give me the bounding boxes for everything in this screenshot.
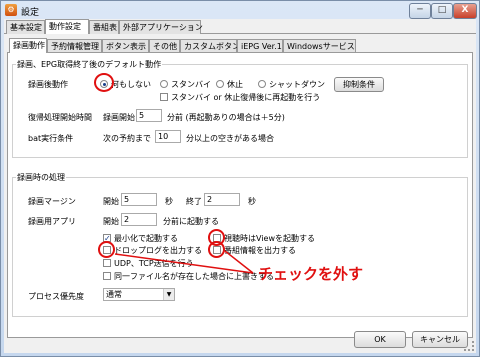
after-recording-label: 録画後動作 bbox=[28, 80, 68, 89]
minimized-start-label: 最小化で起動する bbox=[114, 234, 178, 243]
tab-epg[interactable]: 番組表 bbox=[89, 20, 119, 34]
overwrite-checkbox[interactable] bbox=[103, 272, 111, 280]
tab-button-display[interactable]: ボタン表示 bbox=[102, 39, 149, 53]
return-start-label: 復帰処理開始時間 bbox=[28, 113, 92, 122]
udp-tcp-label: UDP、TCP送信を行う bbox=[114, 259, 194, 268]
recording-app-label: 録画用アプリ bbox=[28, 217, 76, 226]
margin-start-label: 開始 bbox=[103, 197, 119, 206]
radio-standby-label: スタンバイ bbox=[171, 80, 211, 89]
return-prefix: 録画開始 bbox=[103, 113, 135, 122]
margin-label: 録画マージン bbox=[28, 197, 76, 206]
overwrite-label: 同一ファイル名が存在した場合に上書きする bbox=[114, 272, 274, 281]
bat-suffix: 分以上の空きがある場合 bbox=[186, 134, 274, 143]
radio-hibernate[interactable] bbox=[216, 80, 224, 88]
process-priority-select[interactable]: 通常 ▼ bbox=[103, 288, 175, 301]
close-button[interactable]: X bbox=[453, 3, 477, 19]
drop-log-label: ドロップログを出力する bbox=[114, 246, 202, 255]
udp-tcp-checkbox[interactable] bbox=[103, 259, 111, 267]
program-info-label: 番組情報を出力する bbox=[224, 246, 296, 255]
margin-start-input[interactable]: 5 bbox=[121, 193, 157, 206]
maximize-button[interactable]: □ bbox=[431, 3, 453, 19]
tab-recording-behavior[interactable]: 録画動作 bbox=[9, 38, 47, 53]
annotation-circle-program-info bbox=[208, 241, 225, 258]
tab-external-apps[interactable]: 外部アプリケーション bbox=[119, 20, 203, 34]
title-bar: ⚙ 設定 ─ □ X bbox=[1, 1, 479, 19]
margin-end-input[interactable]: 2 bbox=[204, 193, 240, 206]
process-priority-label: プロセス優先度 bbox=[28, 292, 84, 301]
settings-window: ⚙ 設定 ─ □ X 基本設定 動作設定 番組表 外部アプリケーション 録画動作… bbox=[0, 0, 480, 357]
dialog-client: 基本設定 動作設定 番組表 外部アプリケーション 録画動作 予約情報管理 ボタン… bbox=[4, 19, 476, 353]
chevron-down-icon: ▼ bbox=[163, 289, 174, 300]
default-action-group-title: 録画、EPG取得終了後のデフォルト動作 bbox=[16, 59, 163, 70]
tab-custom-button[interactable]: カスタムボタン bbox=[180, 39, 240, 53]
app-gear-icon: ⚙ bbox=[5, 4, 17, 16]
app-start-input[interactable]: 2 bbox=[121, 213, 157, 226]
annotation-circle-radio bbox=[94, 73, 114, 92]
bat-prefix: 次の予約まで bbox=[103, 134, 151, 143]
radio-shutdown-label: シャットダウン bbox=[269, 80, 325, 89]
tab-reservation-management[interactable]: 予約情報管理 bbox=[47, 39, 102, 53]
annotation-text: チェックを外す bbox=[258, 265, 364, 283]
return-minutes-input[interactable]: 5 bbox=[136, 109, 162, 122]
tab-iepg[interactable]: iEPG Ver.1 bbox=[237, 39, 283, 53]
margin-end-label: 終了 bbox=[186, 197, 202, 206]
process-priority-value: 通常 bbox=[106, 290, 122, 299]
radio-standby[interactable] bbox=[160, 80, 168, 88]
tab-basic-settings[interactable]: 基本設定 bbox=[6, 20, 45, 34]
tab-windows-service[interactable]: Windowsサービス bbox=[283, 39, 356, 53]
recording-process-group-title: 録画時の処理 bbox=[16, 172, 66, 183]
tab-behavior-settings[interactable]: 動作設定 bbox=[45, 19, 89, 34]
radio-shutdown[interactable] bbox=[258, 80, 266, 88]
margin-sec-label-1: 秒 bbox=[165, 197, 173, 206]
ok-button[interactable]: OK bbox=[354, 331, 406, 348]
bat-condition-label: bat実行条件 bbox=[28, 134, 74, 143]
margin-sec-label-2: 秒 bbox=[248, 197, 256, 206]
app-start-suffix: 分前に起動する bbox=[163, 217, 219, 226]
return-suffix: 分前 (再起動ありの場合は＋5分) bbox=[167, 113, 285, 122]
app-start-label: 開始 bbox=[103, 217, 119, 226]
window-title: 設定 bbox=[21, 8, 40, 18]
resize-grip[interactable] bbox=[464, 341, 474, 351]
reboot-after-resume-label: スタンバイ or 休止復帰後に再起動を行う bbox=[171, 93, 321, 102]
suppress-conditions-button[interactable]: 抑制条件 bbox=[334, 77, 384, 92]
annotation-circle-drop-log bbox=[98, 241, 115, 258]
reboot-after-resume-checkbox[interactable] bbox=[160, 93, 168, 101]
minimize-button[interactable]: ─ bbox=[409, 3, 431, 19]
radio-hibernate-label: 休止 bbox=[227, 80, 243, 89]
bat-minutes-input[interactable]: 10 bbox=[155, 130, 181, 143]
radio-do-nothing-label: 何もしない bbox=[111, 80, 151, 89]
view-on-watch-label: 視聴時はViewを起動する bbox=[224, 234, 315, 243]
tab-other[interactable]: その他 bbox=[149, 39, 180, 53]
cancel-button[interactable]: キャンセル bbox=[412, 331, 468, 348]
recording-behavior-panel: 録画、EPG取得終了後のデフォルト動作 録画後動作 何もしない スタンバイ 休止… bbox=[7, 52, 473, 338]
